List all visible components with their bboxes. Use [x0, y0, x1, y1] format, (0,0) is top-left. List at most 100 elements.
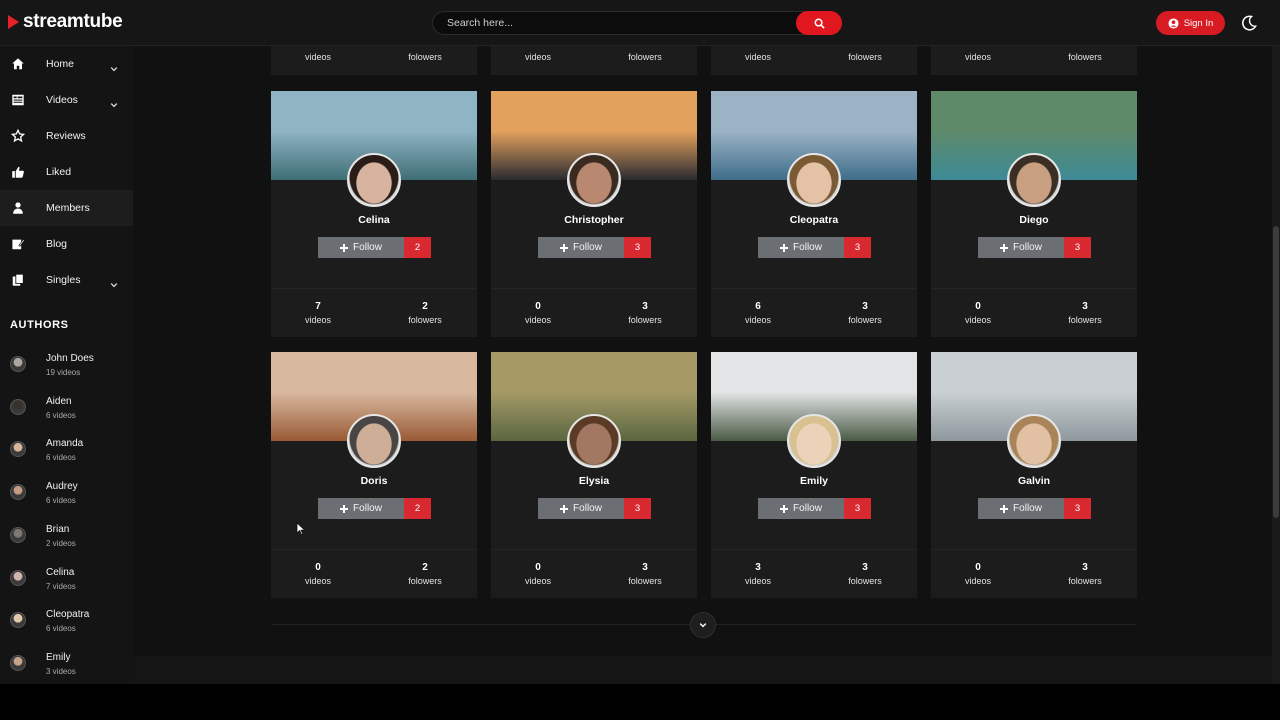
member-card-partial: 0 videos 4 folowers	[711, 46, 917, 75]
user-circle-icon	[1168, 17, 1179, 29]
member-name[interactable]: Emily	[711, 475, 917, 487]
search-button[interactable]	[796, 11, 842, 35]
author-avatar[interactable]	[10, 398, 26, 415]
author-name[interactable]: Audrey	[46, 481, 78, 492]
followers-stat: 3 folowers	[605, 301, 685, 325]
author-name[interactable]: Brian	[46, 524, 69, 535]
follow-label: Follow	[793, 242, 822, 253]
author-avatar[interactable]	[10, 569, 26, 586]
sidebar-item-blog[interactable]: Blog	[0, 226, 133, 262]
member-name[interactable]: Diego	[931, 214, 1137, 226]
follow-button[interactable]: Follow	[538, 498, 624, 519]
member-avatar[interactable]	[567, 414, 621, 468]
followers-stat: 3 folowers	[605, 562, 685, 586]
sidebar-item-members[interactable]: Members	[0, 190, 133, 226]
dark-mode-toggle-icon[interactable]	[1240, 14, 1258, 32]
author-item[interactable]: Celina 7 videos	[0, 563, 133, 605]
sidebar-item-liked[interactable]: Liked	[0, 154, 133, 190]
author-name[interactable]: Aiden	[46, 396, 72, 407]
member-avatar[interactable]	[1007, 414, 1061, 468]
member-name[interactable]: Doris	[271, 475, 477, 487]
follow-button[interactable]: Follow	[318, 498, 404, 519]
videos-stat: 7 videos	[278, 301, 358, 325]
sign-in-button[interactable]: Sign In	[1156, 11, 1225, 35]
sidebar-item-singles[interactable]: Singles	[0, 262, 133, 298]
sidebar-item-label: Reviews	[46, 130, 86, 142]
stats-divider	[271, 549, 477, 550]
author-avatar[interactable]	[10, 484, 26, 501]
author-item[interactable]: Aiden 6 videos	[0, 392, 133, 434]
member-name[interactable]: Galvin	[931, 475, 1137, 487]
page-scrollbar[interactable]	[1272, 46, 1280, 684]
chevron-down-icon[interactable]	[110, 96, 118, 108]
author-item[interactable]: Brian 2 videos	[0, 520, 133, 562]
member-avatar[interactable]	[567, 153, 621, 207]
follow-button[interactable]: Follow	[538, 237, 624, 258]
play-logo-icon	[8, 15, 19, 29]
member-avatar[interactable]	[787, 414, 841, 468]
follow-button[interactable]: Follow	[758, 498, 844, 519]
author-name[interactable]: John Does	[46, 353, 94, 364]
chevron-down-icon	[699, 623, 707, 628]
follow-button[interactable]: Follow	[758, 237, 844, 258]
followers-stat: 3 folowers	[825, 562, 905, 586]
author-avatar[interactable]	[10, 526, 26, 543]
followers-label: folowers	[408, 576, 442, 586]
member-card: Christopher Follow 3 0 videos 3 folowers	[491, 91, 697, 337]
follow-button[interactable]: Follow	[318, 237, 404, 258]
videos-stat: 0 videos	[498, 46, 578, 62]
member-name[interactable]: Celina	[271, 214, 477, 226]
author-name[interactable]: Cleopatra	[46, 609, 89, 620]
author-avatar[interactable]	[10, 356, 26, 372]
author-item[interactable]: Audrey 6 videos	[0, 477, 133, 519]
author-name[interactable]: Amanda	[46, 438, 83, 449]
author-name[interactable]: Celina	[46, 567, 74, 578]
member-name[interactable]: Elysia	[491, 475, 697, 487]
followers-label: folowers	[1068, 52, 1102, 62]
stats-divider	[491, 288, 697, 289]
author-item[interactable]: John Does 19 videos	[0, 349, 133, 391]
author-name[interactable]: Emily	[46, 652, 70, 663]
followers-stat: 3 folowers	[1045, 301, 1125, 325]
member-card: Emily Follow 3 3 videos 3 folowers	[711, 352, 917, 598]
sidebar: Home Videos Reviews Liked Members Blog Singles…	[0, 46, 133, 684]
plus-icon	[340, 243, 349, 252]
chevron-down-icon[interactable]	[110, 276, 118, 288]
member-avatar[interactable]	[347, 153, 401, 207]
followers-count: 2	[422, 562, 428, 573]
follow-button[interactable]: Follow	[978, 498, 1064, 519]
follow-button[interactable]: Follow	[978, 237, 1064, 258]
search-icon	[814, 18, 825, 29]
followers-label: folowers	[848, 52, 882, 62]
member-avatar[interactable]	[1007, 153, 1061, 207]
member-avatar[interactable]	[787, 153, 841, 207]
author-item[interactable]: Cleopatra 6 videos	[0, 605, 133, 647]
videos-count: 2	[938, 46, 1018, 49]
search-input[interactable]	[447, 15, 787, 31]
author-item[interactable]: Emily 3 videos	[0, 648, 133, 684]
author-video-count: 6 videos	[46, 410, 76, 420]
chevron-down-icon[interactable]	[110, 60, 118, 72]
logo[interactable]: streamtube	[8, 11, 123, 33]
author-avatar[interactable]	[10, 441, 26, 458]
sign-in-label: Sign In	[1183, 17, 1214, 29]
member-avatar[interactable]	[347, 414, 401, 468]
sidebar-item-videos[interactable]: Videos	[0, 82, 133, 118]
followers-count: 2	[422, 301, 428, 312]
sidebar-item-reviews[interactable]: Reviews	[0, 118, 133, 154]
author-item[interactable]: Amanda 6 videos	[0, 434, 133, 476]
scrollbar-thumb[interactable]	[1273, 226, 1279, 518]
member-name[interactable]: Cleopatra	[711, 214, 917, 226]
follow-count-badge: 3	[844, 237, 871, 258]
followers-count: 3	[1082, 301, 1088, 312]
videos-label: videos	[964, 576, 991, 586]
member-name[interactable]: Christopher	[491, 214, 697, 226]
author-avatar[interactable]	[10, 612, 26, 629]
load-more-button[interactable]	[690, 612, 716, 638]
videos-label: videos	[744, 315, 771, 325]
member-card-partial: 2 videos 3 folowers	[931, 46, 1137, 75]
author-avatar[interactable]	[10, 654, 26, 671]
followers-label: folowers	[848, 315, 882, 325]
mouse-cursor-icon	[296, 522, 306, 536]
sidebar-item-home[interactable]: Home	[0, 46, 133, 82]
